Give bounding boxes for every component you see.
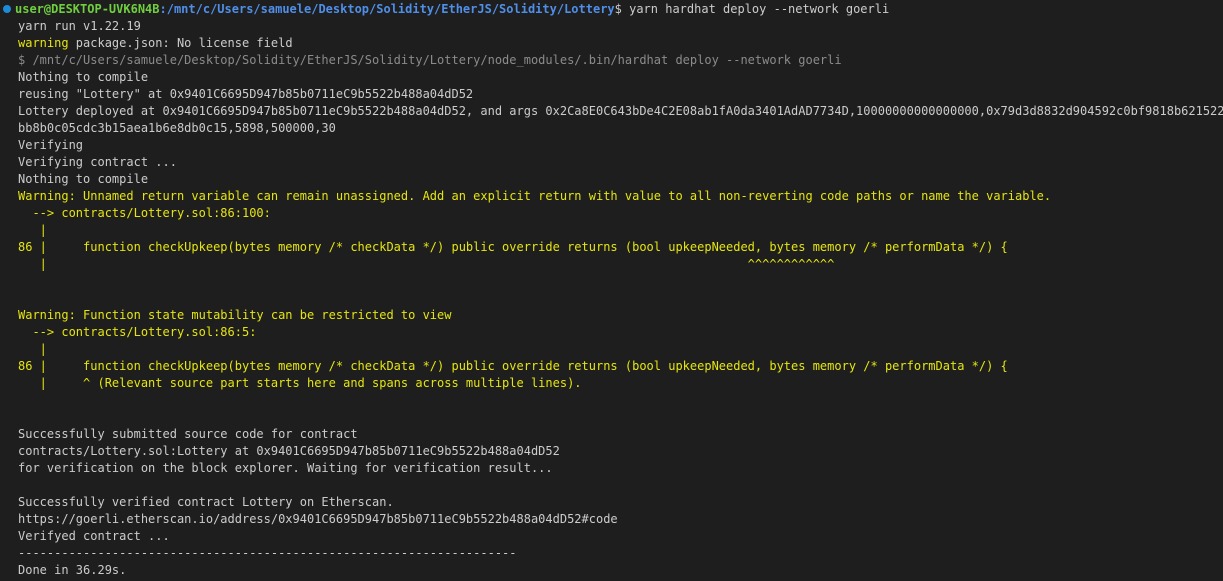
warning-label: warning (18, 36, 69, 50)
etherscan-link[interactable]: https://goerli.etherscan.io/address/0x94… (0, 511, 1223, 528)
output-line: Successfully verified contract Lottery o… (18, 495, 394, 509)
separator-line: ----------------------------------------… (18, 546, 517, 560)
warning-location: --> contracts/Lottery.sol:86:100: (18, 206, 271, 220)
warning-caret: | ^^^^^^^^^^^^ (18, 257, 835, 271)
output-line: warning package.json: No license field (0, 35, 1223, 52)
command-status-dot-icon[interactable] (3, 5, 11, 13)
output-line: bb8b0c05cdc3b15aea1b6e8db0c15,5898,50000… (18, 121, 336, 135)
warning-note: | ^ (Relevant source part starts here an… (18, 376, 582, 390)
prompt-path: :/mnt/c/Users/samuele/Desktop/Solidity/E… (159, 2, 615, 16)
output-line: Done in 36.29s. (18, 563, 127, 577)
warning-title: Warning: Function state mutability can b… (18, 308, 452, 322)
prompt-symbol: $ (614, 2, 630, 16)
output-line: yarn run v1.22.19 (18, 19, 141, 33)
output-line: Successfully submitted source code for c… (18, 427, 358, 441)
warning-title: Warning: Unnamed return variable can rem… (18, 189, 1052, 203)
command-text: yarn hardhat deploy --network goerli (629, 2, 890, 16)
output-line: contracts/Lottery.sol:Lottery at 0x9401C… (18, 444, 560, 458)
output-line: for verification on the block explorer. … (18, 461, 553, 475)
output-line: reusing "Lottery" at 0x9401C6695D947b85b… (18, 87, 474, 101)
output-line: Lottery deployed at 0x9401C6695D947b85b0… (18, 104, 1223, 118)
warning-code: 86 | function checkUpkeep(bytes memory /… (18, 240, 1008, 254)
output-line: $ /mnt/c/Users/samuele/Desktop/Solidity/… (18, 53, 842, 67)
prompt-user: user@DESKTOP-UVK6N4B (15, 2, 160, 16)
terminal-window[interactable]: user@DESKTOP-UVK6N4B:/mnt/c/Users/samuel… (0, 0, 1223, 581)
warning-gutter: | (18, 223, 47, 237)
warning-text: package.json: No license field (68, 36, 293, 50)
warning-location: --> contracts/Lottery.sol:86:5: (18, 325, 257, 339)
warning-gutter: | (18, 342, 47, 356)
output-line: Nothing to compile (18, 172, 149, 186)
output-line: Verifying contract ... (18, 155, 177, 169)
output-line: Verifying (18, 138, 84, 152)
output-line: Nothing to compile (18, 70, 149, 84)
output-line: Verifyed contract ... (18, 529, 170, 543)
prompt-line: user@DESKTOP-UVK6N4B:/mnt/c/Users/samuel… (0, 1, 1223, 18)
warning-code: 86 | function checkUpkeep(bytes memory /… (18, 359, 1008, 373)
